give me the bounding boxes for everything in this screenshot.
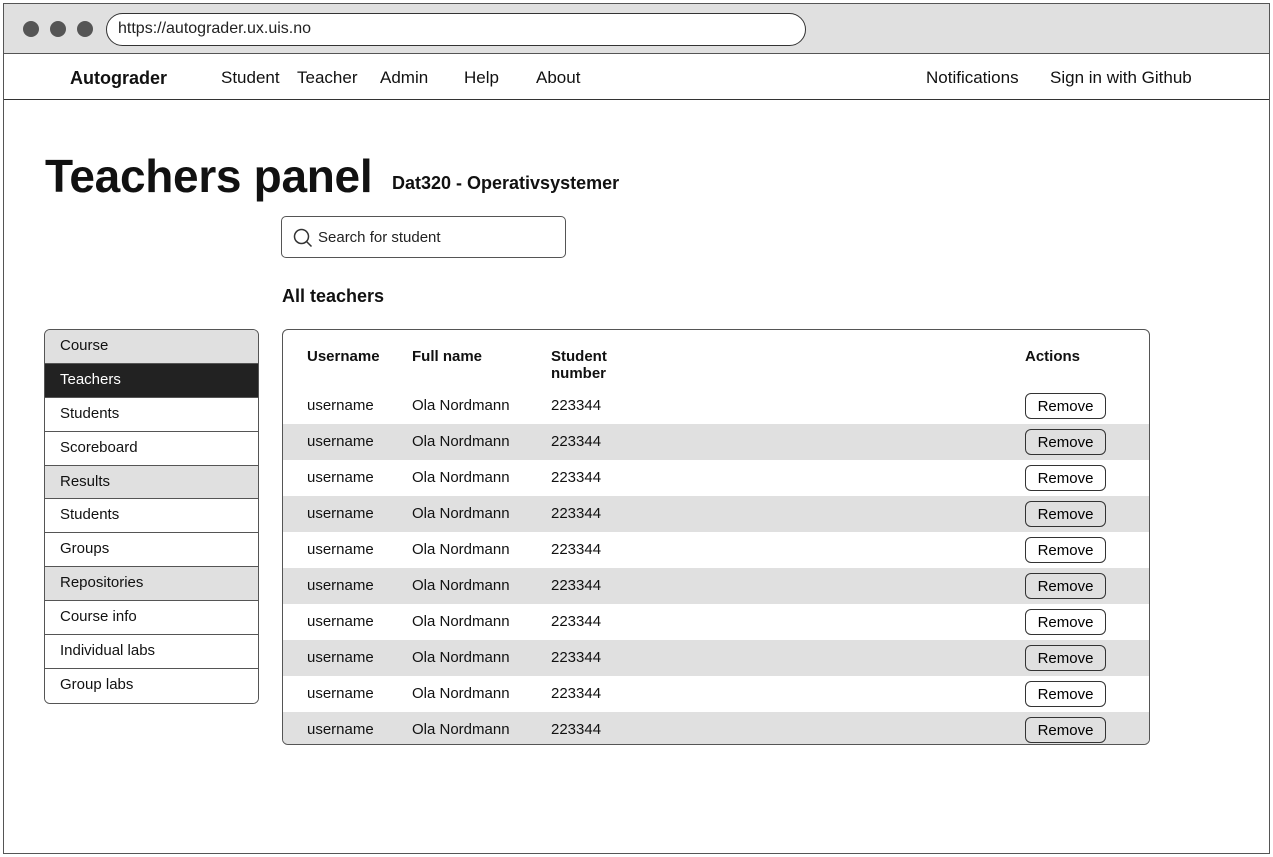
remove-button[interactable]: Remove <box>1025 681 1106 707</box>
cell-student-number: 223344 <box>551 541 602 558</box>
remove-button[interactable]: Remove <box>1025 429 1106 455</box>
remove-button[interactable]: Remove <box>1025 645 1106 671</box>
cell-student-number: 223344 <box>551 685 602 702</box>
nav-about[interactable]: About <box>536 68 580 88</box>
cell-username: username <box>307 433 374 450</box>
cell-fullname: Ola Nordmann <box>412 613 510 630</box>
nav-teacher[interactable]: Teacher <box>297 68 357 88</box>
remove-button[interactable]: Remove <box>1025 573 1106 599</box>
search-box[interactable] <box>281 216 566 258</box>
remove-button[interactable]: Remove <box>1025 393 1106 419</box>
cell-student-number: 223344 <box>551 469 602 486</box>
teachers-table: Username Full name Student number Actions… <box>282 329 1150 745</box>
cell-username: username <box>307 577 374 594</box>
remove-button[interactable]: Remove <box>1025 537 1106 563</box>
table-row: username Ola Nordmann 223344 Remove <box>283 460 1149 496</box>
nav-admin[interactable]: Admin <box>380 68 428 88</box>
browser-chrome: https://autograder.ux.uis.no <box>4 4 1269 54</box>
cell-student-number: 223344 <box>551 577 602 594</box>
sidebar-item-scoreboard[interactable]: Scoreboard <box>45 431 258 466</box>
section-title: All teachers <box>282 286 385 306</box>
cell-fullname: Ola Nordmann <box>412 541 510 558</box>
header-student-number-line2: number <box>551 365 607 382</box>
sidebar-menu: Course Teachers Students Scoreboard Resu… <box>44 329 259 704</box>
cell-student-number: 223344 <box>551 433 602 450</box>
table-row: username Ola Nordmann 223344 Remove <box>283 676 1149 712</box>
sidebar-item-students[interactable]: Students <box>45 397 258 432</box>
cell-fullname: Ola Nordmann <box>412 469 510 486</box>
sidebar-item-course-info[interactable]: Course info <box>45 601 258 636</box>
sidebar-item-individual-labs[interactable]: Individual labs <box>45 635 258 669</box>
header-fullname: Full name <box>412 348 483 365</box>
header-student-number: Student number <box>551 348 607 382</box>
sidebar-header-repositories: Repositories <box>45 567 258 602</box>
table-row: username Ola Nordmann 223344 Remove <box>283 388 1149 424</box>
sidebar-item-teachers[interactable]: Teachers <box>45 363 258 398</box>
cell-username: username <box>307 685 374 702</box>
header-username: Username <box>307 348 380 365</box>
remove-button[interactable]: Remove <box>1025 609 1106 635</box>
brand-logo[interactable]: Autograder <box>70 68 167 89</box>
sidebar-item-results-students[interactable]: Students <box>45 499 258 534</box>
cell-username: username <box>307 721 374 738</box>
search-input[interactable] <box>318 225 558 249</box>
cell-username: username <box>307 613 374 630</box>
cell-fullname: Ola Nordmann <box>412 649 510 666</box>
cell-student-number: 223344 <box>551 505 602 522</box>
cell-username: username <box>307 541 374 558</box>
table-row: username Ola Nordmann 223344 Remove <box>283 568 1149 604</box>
table-row: username Ola Nordmann 223344 Remove <box>283 424 1149 460</box>
browser-window: https://autograder.ux.uis.no Autograder … <box>3 3 1270 854</box>
search-icon <box>293 228 313 248</box>
nav-help[interactable]: Help <box>464 68 499 88</box>
sidebar-item-groups[interactable]: Groups <box>45 533 258 568</box>
window-close-dot[interactable] <box>23 21 39 37</box>
address-bar[interactable]: https://autograder.ux.uis.no <box>106 13 806 46</box>
cell-fullname: Ola Nordmann <box>412 577 510 594</box>
cell-fullname: Ola Nordmann <box>412 505 510 522</box>
cell-fullname: Ola Nordmann <box>412 721 510 738</box>
cell-username: username <box>307 397 374 414</box>
cell-fullname: Ola Nordmann <box>412 685 510 702</box>
cell-username: username <box>307 649 374 666</box>
cell-student-number: 223344 <box>551 397 602 414</box>
sign-in-github-link[interactable]: Sign in with Github <box>1050 68 1192 88</box>
top-navigation: Autograder Student Teacher Admin Help Ab… <box>4 54 1269 100</box>
table-row: username Ola Nordmann 223344 Remove <box>283 532 1149 568</box>
nav-notifications[interactable]: Notifications <box>926 68 1019 88</box>
window-maximize-dot[interactable] <box>77 21 93 37</box>
table-header: Username Full name Student number Actions <box>283 330 1149 390</box>
cell-fullname: Ola Nordmann <box>412 433 510 450</box>
sidebar-header-course: Course <box>45 330 258 364</box>
cell-username: username <box>307 505 374 522</box>
sidebar-item-group-labs[interactable]: Group labs <box>45 668 258 703</box>
cell-student-number: 223344 <box>551 613 602 630</box>
remove-button[interactable]: Remove <box>1025 501 1106 527</box>
sidebar-header-results: Results <box>45 465 258 500</box>
cell-fullname: Ola Nordmann <box>412 397 510 414</box>
table-row: username Ola Nordmann 223344 Remove <box>283 712 1149 744</box>
remove-button[interactable]: Remove <box>1025 465 1106 491</box>
header-student-number-line1: Student <box>551 348 607 365</box>
nav-student[interactable]: Student <box>221 68 280 88</box>
remove-button[interactable]: Remove <box>1025 717 1106 743</box>
window-minimize-dot[interactable] <box>50 21 66 37</box>
cell-username: username <box>307 469 374 486</box>
page-title: Teachers panel <box>45 150 373 202</box>
table-row: username Ola Nordmann 223344 Remove <box>283 496 1149 532</box>
course-subtitle: Dat320 - Operativsystemer <box>392 173 620 193</box>
cell-student-number: 223344 <box>551 649 602 666</box>
header-actions: Actions <box>1025 348 1081 365</box>
table-row: username Ola Nordmann 223344 Remove <box>283 604 1149 640</box>
cell-student-number: 223344 <box>551 721 602 738</box>
table-row: username Ola Nordmann 223344 Remove <box>283 640 1149 676</box>
